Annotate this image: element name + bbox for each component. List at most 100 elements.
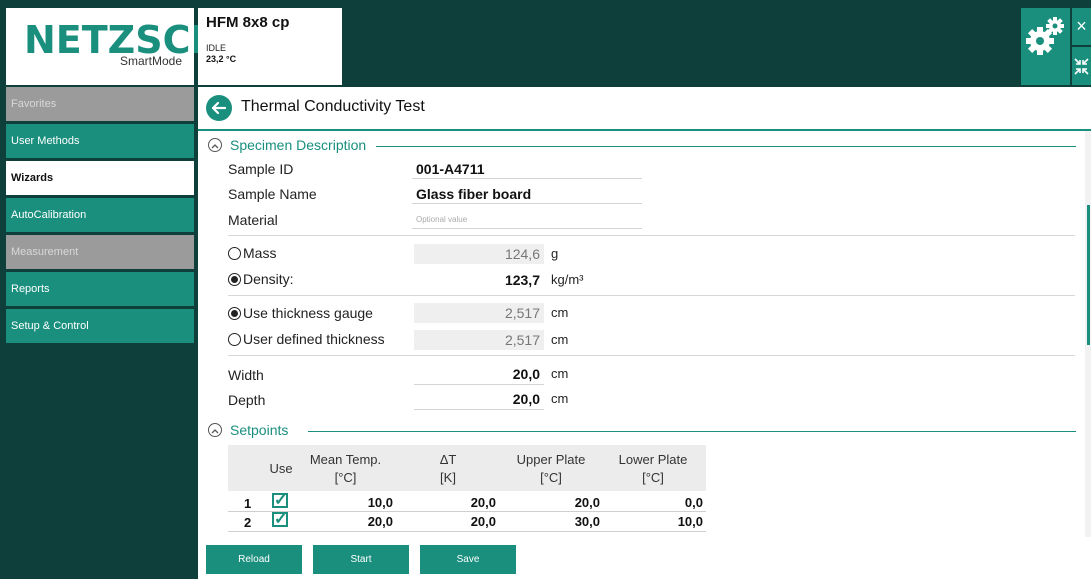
density-field[interactable]: 123,7 <box>414 270 544 290</box>
collapse-icon[interactable] <box>208 423 222 437</box>
radio-unchecked-icon <box>228 247 241 260</box>
sidebar-item-measurement[interactable]: Measurement <box>6 235 194 269</box>
field-underline <box>414 409 544 410</box>
field-underline <box>414 384 544 385</box>
divider <box>228 355 1075 356</box>
gears-icon <box>1026 17 1064 55</box>
mass-radio[interactable]: Mass <box>228 245 276 261</box>
density-radio[interactable]: Density: <box>228 271 294 287</box>
user-thickness-unit: cm <box>551 332 569 347</box>
row-divider <box>228 511 706 512</box>
setpoints-table-header: Use Mean Temp. [°C] ΔT [K] Upper Plate [… <box>228 445 706 491</box>
main-panel: Thermal Conductivity Test Specimen Descr… <box>198 87 1091 579</box>
col-upper-plate-unit: [°C] <box>540 470 562 485</box>
section-line <box>308 431 1076 432</box>
thickness-gauge-label: Use thickness gauge <box>243 305 373 321</box>
scrollbar-thumb[interactable] <box>1087 205 1090 345</box>
instrument-name: HFM 8x8 cp <box>206 14 290 31</box>
col-mean-temp-unit: [°C] <box>334 470 357 485</box>
reload-button[interactable]: Reload <box>206 545 302 574</box>
save-button[interactable]: Save <box>420 545 516 574</box>
sidebar-item-reports[interactable]: Reports <box>6 272 194 306</box>
row-upper-plate[interactable]: 30,0 <box>518 514 600 529</box>
settings-button[interactable] <box>1021 8 1070 85</box>
netzsch-logo: NETZSCH SmartMode <box>6 8 222 85</box>
depth-unit: cm <box>551 391 569 406</box>
mass-radio-label: Mass <box>243 245 277 261</box>
col-upper-plate: Upper Plate <box>516 452 586 467</box>
sample-name-label: Sample Name <box>228 186 317 202</box>
col-lower-plate-unit: [°C] <box>642 470 664 485</box>
user-thickness-field[interactable]: 2,517 <box>414 330 544 350</box>
col-mean-temp: Mean Temp. <box>309 452 382 467</box>
density-radio-label: Density: <box>243 271 294 287</box>
divider <box>228 235 1075 236</box>
divider <box>228 295 1075 296</box>
checkmark-icon: ✓ <box>274 511 288 528</box>
collapse-arrows-icon <box>1074 58 1089 75</box>
row-index: 2 <box>244 515 252 530</box>
sidebar-item-favorites[interactable]: Favorites <box>6 87 194 121</box>
radio-unchecked-icon <box>228 333 241 346</box>
col-delta-t: ΔT <box>439 452 457 467</box>
instrument-temperature: 23,2 °C <box>206 54 237 64</box>
thickness-gauge-field[interactable]: 2,517 <box>414 303 544 323</box>
col-lower-plate: Lower Plate <box>618 452 688 467</box>
sidebar-item-wizards[interactable]: Wizards <box>6 161 194 195</box>
sample-id-label: Sample ID <box>228 161 294 177</box>
page-title: Thermal Conductivity Test <box>241 98 425 115</box>
row-mean-temp[interactable]: 10,0 <box>318 495 393 510</box>
close-button[interactable]: × <box>1072 8 1091 45</box>
user-thickness-radio[interactable]: User defined thickness <box>228 331 385 347</box>
setpoints-section-title: Setpoints <box>230 422 289 438</box>
thickness-gauge-unit: cm <box>551 305 569 320</box>
row-divider <box>228 531 706 532</box>
start-button[interactable]: Start <box>313 545 409 574</box>
radio-checked-icon <box>228 273 241 286</box>
collapse-icon[interactable] <box>208 138 222 152</box>
instrument-status-panel[interactable]: HFM 8x8 cp IDLE 23,2 °C <box>198 8 342 85</box>
row-upper-plate[interactable]: 20,0 <box>518 495 600 510</box>
density-unit: kg/m³ <box>551 272 584 287</box>
field-underline <box>412 178 642 179</box>
mass-field[interactable]: 124,6 <box>414 244 544 264</box>
user-thickness-label: User defined thickness <box>243 331 385 347</box>
row-lower-plate[interactable]: 0,0 <box>618 495 703 510</box>
width-unit: cm <box>551 366 569 381</box>
back-button[interactable] <box>206 95 232 121</box>
sidebar-item-setup-control[interactable]: Setup & Control <box>6 309 194 343</box>
row-use-checkbox[interactable]: ✓ <box>272 511 288 528</box>
row-lower-plate[interactable]: 10,0 <box>618 514 703 529</box>
title-divider <box>198 129 1091 131</box>
row-use-checkbox[interactable]: ✓ <box>272 492 288 509</box>
logo-subtitle: SmartMode <box>119 54 182 68</box>
row-delta-t[interactable]: 20,0 <box>418 514 496 529</box>
width-label: Width <box>228 367 264 383</box>
radio-checked-icon <box>228 307 241 320</box>
material-input[interactable]: Optional value <box>416 215 467 224</box>
instrument-state: IDLE <box>206 43 227 53</box>
minimize-button[interactable] <box>1072 47 1091 85</box>
sample-id-input[interactable]: 001-A4711 <box>416 161 485 177</box>
depth-label: Depth <box>228 392 266 408</box>
depth-field[interactable]: 20,0 <box>414 389 544 409</box>
material-label: Material <box>228 212 278 228</box>
checkmark-icon: ✓ <box>274 492 288 509</box>
field-underline <box>412 203 642 204</box>
mass-unit: g <box>551 246 559 261</box>
specimen-section-title: Specimen Description <box>230 137 367 153</box>
section-line <box>376 146 1076 147</box>
col-delta-t-unit: [K] <box>440 470 456 485</box>
row-delta-t[interactable]: 20,0 <box>418 495 496 510</box>
col-use: Use <box>269 461 293 476</box>
close-icon: × <box>1076 16 1087 36</box>
sample-name-input[interactable]: Glass fiber board <box>416 186 531 202</box>
row-mean-temp[interactable]: 20,0 <box>318 514 393 529</box>
sidebar-item-user-methods[interactable]: User Methods <box>6 124 194 158</box>
width-field[interactable]: 20,0 <box>414 364 544 384</box>
row-index: 1 <box>244 496 252 511</box>
arrow-left-icon <box>211 101 227 115</box>
field-underline <box>412 228 642 229</box>
thickness-gauge-radio[interactable]: Use thickness gauge <box>228 305 373 321</box>
sidebar-item-autocalibration[interactable]: AutoCalibration <box>6 198 194 232</box>
